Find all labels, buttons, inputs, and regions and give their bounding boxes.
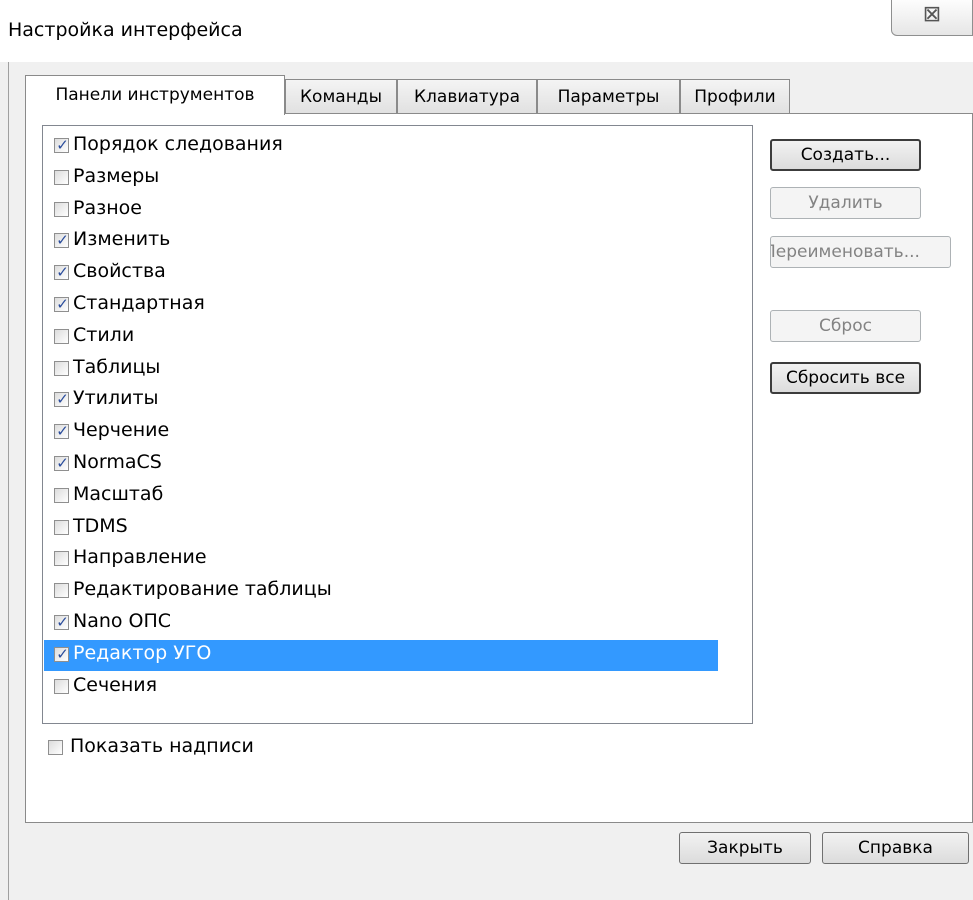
toolbar-list-item[interactable]: ✓ NormaCS xyxy=(44,449,718,480)
toolbar-label: Направление xyxy=(73,546,207,569)
toolbar-checkbox[interactable] xyxy=(54,678,69,694)
toolbar-list-item[interactable]: ✓ Стандартная xyxy=(44,290,718,321)
toolbar-label: Масштаб xyxy=(73,482,164,505)
toolbar-list-item[interactable]: ✓ Изменить xyxy=(44,226,718,257)
toolbar-label: Nano ОПС xyxy=(73,610,172,632)
checkmark-icon: ✓ xyxy=(56,454,69,472)
show-labels-box[interactable] xyxy=(48,740,63,755)
toolbar-checkbox[interactable]: ✓ xyxy=(54,613,69,631)
create-button[interactable]: Создать... xyxy=(770,139,921,171)
toolbar-list-item[interactable]: Разное xyxy=(44,195,718,226)
toolbar-label: Редактирование таблицы xyxy=(73,578,332,601)
toolbar-checkbox[interactable]: ✓ xyxy=(54,422,69,440)
toolbar-list-item[interactable]: Направление xyxy=(44,544,718,575)
toolbar-checkbox[interactable]: ✓ xyxy=(54,295,69,313)
toolbar-checkbox[interactable] xyxy=(54,169,69,185)
reset-button[interactable]: Сброс xyxy=(770,310,921,342)
toolbar-list-item[interactable]: ✓ Черчение xyxy=(44,417,718,448)
toolbar-label: Порядок следования xyxy=(73,133,283,155)
checkmark-icon: ✓ xyxy=(56,644,69,663)
dialog-title: Настройка интерфейса xyxy=(8,19,243,41)
tab-commands[interactable]: Команды xyxy=(285,79,397,113)
toolbar-list-item[interactable]: Размеры xyxy=(44,163,718,194)
show-labels-label: Показать надписи xyxy=(70,735,254,757)
checkmark-icon: ✓ xyxy=(56,231,69,250)
toolbar-label: Стили xyxy=(73,323,135,346)
toolbar-list-item[interactable]: Сечения xyxy=(44,672,718,703)
delete-button[interactable]: Удалить xyxy=(770,187,921,219)
close-button[interactable]: Закрыть xyxy=(679,832,811,864)
checkmark-icon: ✓ xyxy=(56,263,69,282)
close-icon: ⊠ xyxy=(922,2,942,27)
toolbar-label: Стандартная xyxy=(73,292,205,314)
tab-parameters[interactable]: Параметры xyxy=(537,79,680,113)
checkmark-icon: ✓ xyxy=(56,422,69,441)
toolbar-checkbox[interactable]: ✓ xyxy=(54,454,69,472)
tab-profiles[interactable]: Профили xyxy=(680,79,790,113)
close-window-button[interactable]: ⊠ xyxy=(891,0,973,36)
toolbar-label: Свойства xyxy=(73,260,166,283)
toolbar-checkbox[interactable]: ✓ xyxy=(54,263,69,281)
toolbar-list-item[interactable]: ✓ Nano ОПС xyxy=(44,608,718,639)
reset-all-button[interactable]: Сбросить все xyxy=(770,362,921,394)
toolbar-checkbox[interactable] xyxy=(54,583,69,599)
toolbar-checkbox[interactable] xyxy=(54,360,69,376)
toolbar-list-item[interactable]: ✓ Утилиты xyxy=(44,385,718,416)
toolbar-label: Изменить xyxy=(73,228,171,251)
toolbar-list-item[interactable]: Таблицы xyxy=(44,354,718,385)
toolbar-checkbox[interactable] xyxy=(54,328,69,344)
toolbar-label: Таблицы xyxy=(73,355,161,378)
toolbar-list-item[interactable]: Стили xyxy=(44,322,718,353)
toolbar-label: Разное xyxy=(73,196,142,219)
toolbar-list-item[interactable]: ✓ Порядок следования xyxy=(44,131,718,162)
toolbar-list-item[interactable]: TDMS xyxy=(44,513,718,544)
toolbar-checkbox[interactable]: ✓ xyxy=(54,231,69,249)
toolbar-label: Размеры xyxy=(73,164,160,187)
toolbar-checkbox[interactable] xyxy=(54,487,69,503)
toolbar-checkbox[interactable]: ✓ xyxy=(54,645,69,663)
toolbar-checkbox[interactable] xyxy=(54,201,69,217)
toolbar-checkbox[interactable] xyxy=(54,519,69,535)
checkmark-icon: ✓ xyxy=(56,390,69,409)
toolbar-label: Сечения xyxy=(73,673,158,696)
toolbar-label: Редактор УГО xyxy=(73,641,212,664)
checkmark-icon: ✓ xyxy=(56,295,69,313)
toolbars-list[interactable]: ✓ Порядок следования Размеры Разное ✓ Изменит… xyxy=(42,125,753,724)
toolbar-list-item[interactable]: ✓ Свойства xyxy=(44,258,718,289)
checkmark-icon: ✓ xyxy=(56,613,69,631)
checkmark-icon: ✓ xyxy=(56,136,69,154)
title-bar: Настройка интерфейса ⊠ xyxy=(0,0,973,62)
toolbar-list-item[interactable]: Масштаб xyxy=(44,481,718,512)
toolbar-list-item[interactable]: ✓ Редактор УГО xyxy=(44,639,718,671)
help-button[interactable]: Справка xyxy=(822,832,969,864)
tab-toolbars[interactable]: Панели инструментов xyxy=(25,75,285,115)
rename-button[interactable]: Переименовать... xyxy=(770,236,951,268)
toolbar-label: Черчение xyxy=(73,419,170,442)
toolbar-list-item[interactable]: Редактирование таблицы xyxy=(44,576,718,607)
toolbar-label: Утилиты xyxy=(73,387,159,410)
tab-keyboard[interactable]: Клавиатура xyxy=(397,79,537,113)
toolbar-label: NormaCS xyxy=(73,451,162,473)
customize-interface-dialog: Настройка интерфейса ⊠ Панели инструмент… xyxy=(0,0,973,900)
toolbar-checkbox[interactable] xyxy=(54,551,69,567)
toolbar-checkbox[interactable]: ✓ xyxy=(54,390,69,408)
toolbar-checkbox[interactable]: ✓ xyxy=(54,136,69,154)
toolbar-label: TDMS xyxy=(73,514,128,537)
